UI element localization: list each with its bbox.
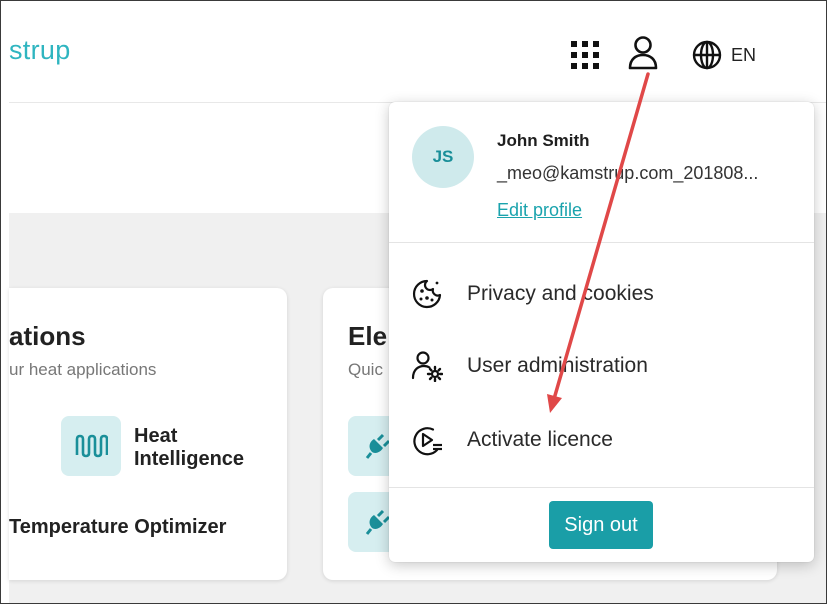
brand-logo-text[interactable]: strup — [9, 35, 71, 66]
language-selector[interactable]: EN — [691, 39, 756, 71]
cookie-icon — [412, 279, 442, 309]
language-label: EN — [731, 44, 757, 65]
globe-icon — [692, 40, 722, 70]
card-title: ations — [9, 321, 86, 351]
user-menu-dropdown: JS John Smith _meo@kamstrup.com_201808..… — [389, 102, 814, 562]
menu-item-user-administration[interactable]: User administration — [389, 338, 814, 394]
menu-item-activate-licence[interactable]: Activate licence — [389, 412, 814, 468]
card-subtitle: ur heat applications — [9, 360, 157, 379]
screenshot-frame: strup EN ations ur heat applications Hea… — [0, 0, 827, 604]
user-email: _meo@kamstrup.com_201808... — [497, 163, 759, 183]
avatar: JS — [412, 126, 474, 188]
grid-icon[interactable] — [569, 39, 601, 71]
card-subtitle: Quic — [348, 360, 383, 379]
app-name-line2: Intelligence — [134, 448, 245, 470]
app-name-line1: Heat — [134, 425, 178, 447]
menu-divider — [389, 487, 814, 488]
licence-play-icon — [413, 427, 442, 456]
menu-item-label: User administration — [467, 354, 648, 377]
menu-item-label: Privacy and cookies — [467, 282, 654, 305]
user-name: John Smith — [497, 131, 590, 150]
sign-out-button[interactable]: Sign out — [549, 501, 653, 549]
user-gear-icon — [411, 351, 443, 382]
temperature-optimizer-label[interactable]: Temperature Optimizer — [9, 516, 226, 539]
heat-applications-card: ations ur heat applications Heat Intelli… — [9, 288, 287, 580]
waves-icon — [75, 434, 108, 458]
user-icon[interactable] — [626, 35, 660, 73]
menu-divider — [389, 242, 814, 243]
card-title: Ele — [348, 321, 388, 351]
menu-item-label: Activate licence — [467, 428, 613, 451]
heat-intelligence-tile[interactable] — [61, 416, 121, 476]
menu-item-privacy-cookies[interactable]: Privacy and cookies — [389, 266, 814, 322]
edit-profile-link[interactable]: Edit profile — [497, 200, 582, 221]
heat-intelligence-label[interactable]: Heat Intelligence — [134, 425, 244, 471]
